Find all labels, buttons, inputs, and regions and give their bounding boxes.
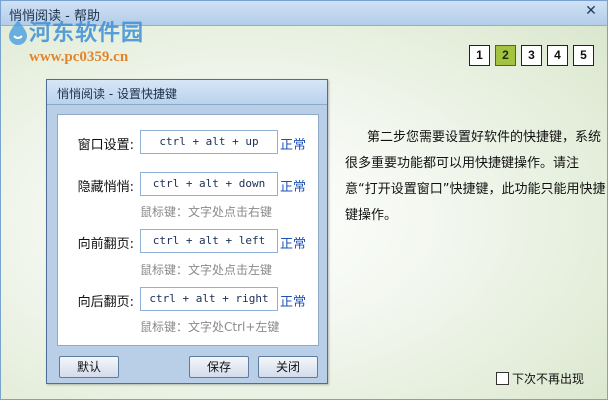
page-navigator: 1 2 3 4 5 [469,45,594,66]
hotkey-status: 正常 [280,138,307,153]
watermark-site-name: 河东软件园 [29,21,145,46]
hotkey-row-label: 向前翻页: [77,237,134,252]
watermark-url: www.pc0359.cn [29,49,129,65]
dont-show-again-option[interactable]: 下次不再出现 [496,370,584,387]
dialog-title-bar: 悄悄阅读 - 设置快捷键 [47,80,327,105]
hotkey-input-hide[interactable]: ctrl + alt + down [140,172,278,196]
help-window: 悄悄阅读 - 帮助 ✕ 河东软件园 www.pc0359.cn 1 2 3 4 … [0,0,608,400]
hotkey-input-page-prev[interactable]: ctrl + alt + left [140,229,278,253]
hotkey-row-label: 窗口设置: [77,138,134,153]
hotkey-settings-dialog: 悄悄阅读 - 设置快捷键 窗口设置: ctrl + alt + up 正常 隐藏… [46,79,328,384]
hotkey-row-label: 向后翻页: [77,295,134,310]
hotkey-input-window-settings[interactable]: ctrl + alt + up [140,130,278,154]
save-button[interactable]: 保存 [189,356,249,378]
close-button[interactable]: 关闭 [258,356,318,378]
mouse-hint: 鼠标键：文字处点击右键 [140,205,273,219]
page-button-1[interactable]: 1 [469,45,490,66]
hotkey-status: 正常 [280,237,307,252]
step-description: 第二步您需要设置好软件的快捷键，系统很多重要功能都可以用快捷键操作。请注意“打开… [345,130,606,223]
mouse-hint: 鼠标键：文字处点击左键 [140,263,273,277]
page-button-2[interactable]: 2 [495,45,516,66]
close-icon[interactable]: ✕ [583,3,599,19]
dont-show-again-label: 下次不再出现 [512,372,585,386]
hotkey-input-page-next[interactable]: ctrl + alt + right [140,287,278,311]
hotkey-row-label: 隐藏悄悄: [77,180,134,195]
page-button-3[interactable]: 3 [521,45,542,66]
watermark-logo-icon [9,20,27,45]
dont-show-again-checkbox[interactable] [496,372,509,385]
mouse-hint: 鼠标键：文字处Ctrl+左键 [140,320,280,334]
hotkey-status: 正常 [280,295,307,310]
dialog-body: 窗口设置: ctrl + alt + up 正常 隐藏悄悄: ctrl + al… [57,114,319,346]
dialog-title: 悄悄阅读 - 设置快捷键 [57,87,177,101]
hotkey-status: 正常 [280,180,307,195]
watermark: 河东软件园 www.pc0359.cn [9,15,145,66]
page-button-5[interactable]: 5 [573,45,594,66]
default-button[interactable]: 默认 [59,356,119,378]
page-button-4[interactable]: 4 [547,45,568,66]
